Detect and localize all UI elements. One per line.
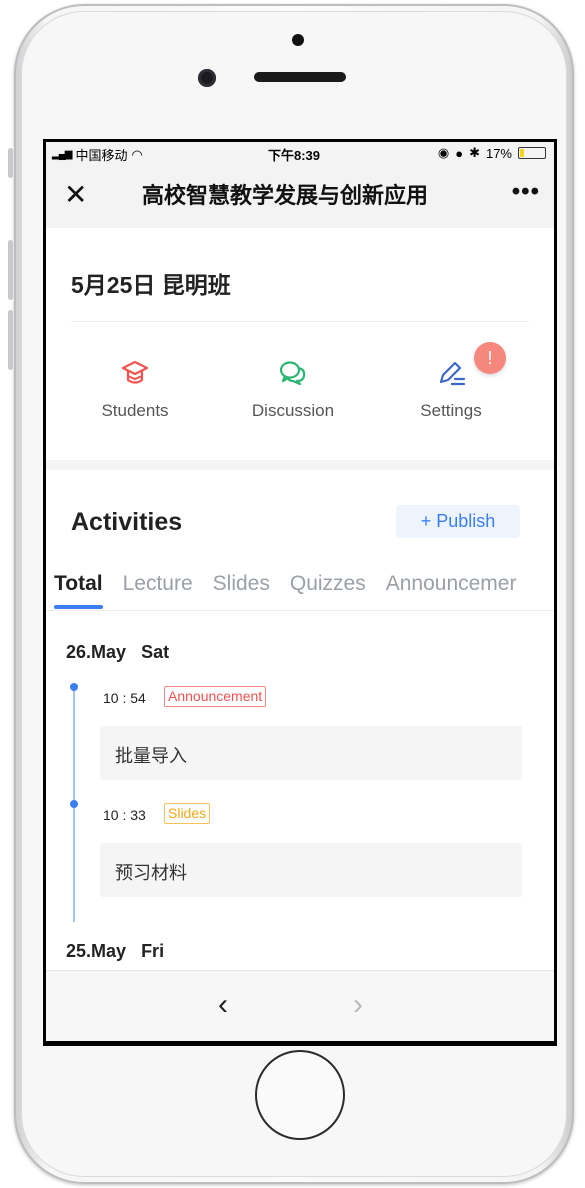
date-header: 25.May Fri <box>66 941 164 962</box>
bluetooth-icon: ✱ <box>469 145 480 160</box>
app-screen: ▂▄▆ 中国移动 ◠ 下午8:39 ◉ ● ✱ 17% ✕ 高校智慧教学发展与创… <box>46 142 554 1041</box>
nav-bar: ✕ 高校智慧教学发展与创新应用 ••• <box>46 164 554 228</box>
more-icon[interactable]: ••• <box>512 178 540 206</box>
section-separator <box>46 460 554 470</box>
discussion-label: Discussion <box>251 401 335 420</box>
home-button[interactable] <box>255 1050 345 1140</box>
status-bar: ▂▄▆ 中国移动 ◠ 下午8:39 ◉ ● ✱ 17% <box>46 142 554 164</box>
front-sensor <box>292 34 304 46</box>
discussion-button[interactable]: Discussion <box>228 357 358 421</box>
students-label: Students <box>101 401 169 420</box>
date-label: 26.May <box>66 642 127 662</box>
status-time: 下午8:39 <box>268 148 321 163</box>
forward-arrow-icon[interactable]: › <box>353 988 363 1022</box>
back-arrow-icon[interactable]: ‹ <box>218 988 228 1022</box>
signal-icon: ▂▄▆ <box>52 149 72 160</box>
activity-time: 10 : 33 <box>103 807 146 823</box>
orientation-lock-icon: ◉ <box>437 145 450 160</box>
students-button[interactable]: Students <box>70 357 200 421</box>
activity-tabs: Total Lecture Slides Quizzes Announcemer <box>54 572 516 610</box>
front-camera <box>198 69 216 87</box>
graduation-cap-icon <box>121 360 149 384</box>
tab-announcement[interactable]: Announcemer <box>386 572 517 610</box>
divider <box>71 321 529 322</box>
tab-total[interactable]: Total <box>54 572 103 610</box>
earpiece-speaker <box>254 72 346 82</box>
volume-up-button <box>8 240 13 300</box>
publish-label: Publish <box>436 511 496 531</box>
activity-type-tag: Slides <box>164 803 211 824</box>
edit-pencil-icon <box>439 361 466 386</box>
activities-title: Activities <box>71 508 183 536</box>
plus-icon: + <box>420 511 432 531</box>
tab-slides[interactable]: Slides <box>213 572 270 610</box>
activity-card[interactable]: 批量导入 <box>100 726 522 780</box>
weekday-label: Sat <box>141 642 170 662</box>
battery-icon <box>518 147 546 159</box>
tabs-divider <box>46 610 554 611</box>
carrier-label: 中国移动 <box>75 148 128 163</box>
activity-card[interactable]: 预习材料 <box>100 843 522 897</box>
class-title: 5月25日 昆明班 <box>71 272 231 298</box>
weekday-label: Fri <box>141 941 165 961</box>
alarm-icon: ● <box>455 145 464 161</box>
tab-quizzes[interactable]: Quizzes <box>290 572 366 610</box>
publish-button[interactable]: + Publish <box>396 505 520 538</box>
chat-bubbles-icon <box>279 361 306 386</box>
notification-badge: ! <box>474 342 506 374</box>
battery-percent: 17% <box>485 145 512 161</box>
mute-switch <box>8 148 13 178</box>
activity-time: 10 : 54 <box>103 690 146 706</box>
volume-down-button <box>8 310 13 370</box>
timeline-dot <box>70 683 78 691</box>
timeline-dot <box>70 800 78 808</box>
wifi-icon: ◠ <box>131 146 143 162</box>
close-icon[interactable]: ✕ <box>64 178 87 212</box>
date-header: 26.May Sat <box>66 642 169 663</box>
page-title: 高校智慧教学发展与创新应用 <box>142 183 429 208</box>
browser-toolbar: ‹ › <box>46 970 554 1041</box>
tab-lecture[interactable]: Lecture <box>123 572 193 610</box>
date-label: 25.May <box>66 941 127 961</box>
activity-type-tag: Announcement <box>164 686 267 707</box>
activity-title: 批量导入 <box>115 746 187 766</box>
phone-screen: ▂▄▆ 中国移动 ◠ 下午8:39 ◉ ● ✱ 17% ✕ 高校智慧教学发展与创… <box>43 139 557 1046</box>
settings-label: Settings <box>420 401 482 420</box>
activity-title: 预习材料 <box>115 863 187 883</box>
